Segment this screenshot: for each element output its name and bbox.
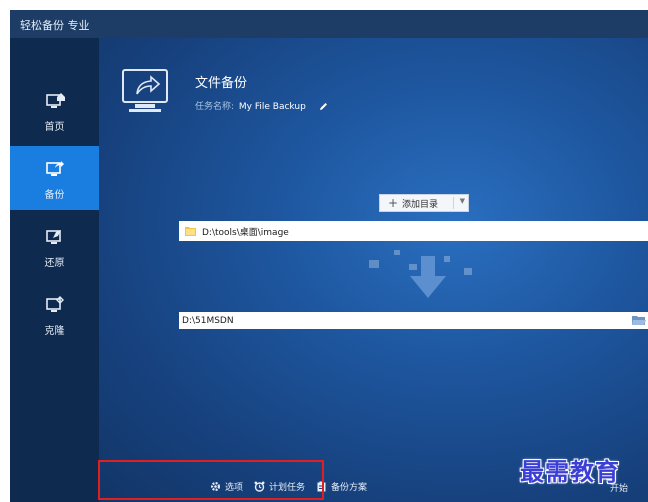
sidebar-item-label: 首页 — [44, 122, 65, 133]
sidebar-item-restore[interactable]: 还原 — [10, 214, 99, 278]
destination-path-field[interactable]: D:\51MSDN — [179, 312, 648, 329]
task-name-row: 任务名称: My File Backup — [195, 99, 328, 112]
backup-scheme-label: 备份方案 — [331, 483, 368, 493]
app-window: 轻松备份 专业 首页 备份 还原 克隆 文件备份 任务名称: My File B… — [10, 10, 648, 502]
restore-monitor-icon — [46, 230, 61, 244]
plus-icon: + — [387, 196, 399, 210]
sidebar-item-clone[interactable]: 克隆 — [10, 282, 99, 346]
chevron-down-icon[interactable]: ▼ — [460, 197, 465, 205]
sidebar-item-label: 还原 — [44, 258, 65, 269]
destination-path-text: D:\51MSDN — [182, 315, 234, 326]
sidebar-item-label: 克隆 — [44, 326, 65, 337]
source-path-field[interactable]: D:\tools\桌面\image — [179, 221, 648, 241]
open-folder-icon[interactable] — [632, 315, 646, 326]
sidebar-item-backup[interactable]: 备份 — [10, 146, 99, 210]
task-name-value: My File Backup — [238, 102, 306, 112]
sidebar-item-home[interactable]: 首页 — [10, 78, 99, 142]
button-divider — [453, 197, 454, 209]
add-directory-label: 添加目录 — [402, 199, 439, 210]
highlight-annotation-box — [98, 460, 324, 500]
home-monitor-icon — [46, 93, 65, 108]
file-backup-icon — [122, 69, 168, 112]
backup-monitor-icon — [46, 161, 64, 176]
title-bar: 轻松备份 专业 — [10, 10, 648, 38]
clone-monitor-icon — [46, 296, 64, 312]
add-directory-button[interactable]: + 添加目录 ▼ — [379, 194, 469, 212]
arrow-down-icon — [410, 256, 446, 298]
main-panel: 文件备份 任务名称: My File Backup + 添加目录 ▼ D:\to… — [99, 38, 648, 502]
folder-icon — [185, 227, 196, 236]
watermark-logo: 最需教育 — [520, 457, 620, 486]
page-title: 文件备份 — [195, 76, 248, 91]
window-title: 轻松备份 专业 — [20, 19, 90, 32]
source-path-text: D:\tools\桌面\image — [202, 227, 289, 238]
sidebar: 首页 备份 还原 克隆 — [10, 38, 99, 502]
task-name-label: 任务名称: — [195, 102, 235, 112]
sidebar-item-label: 备份 — [44, 190, 65, 201]
edit-pencil-icon[interactable] — [319, 102, 328, 111]
